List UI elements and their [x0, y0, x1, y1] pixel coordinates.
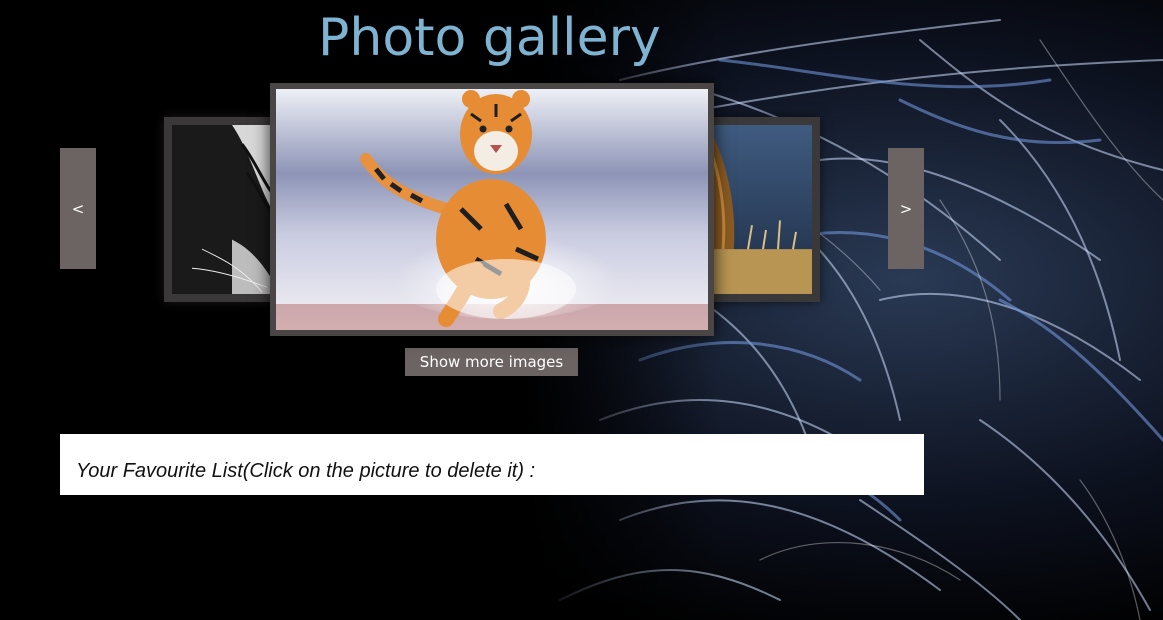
gallery-image-main[interactable] [270, 83, 714, 336]
favourite-list-panel: Your Favourite List(Click on the picture… [60, 434, 924, 495]
prev-button[interactable]: < [60, 148, 96, 269]
page-title: Photo gallery [318, 8, 661, 68]
tiger-running-image [276, 89, 708, 330]
favourite-list-label: Your Favourite List(Click on the picture… [76, 460, 536, 482]
lion-image [708, 125, 812, 294]
gallery-image-left[interactable] [164, 117, 280, 302]
next-button[interactable]: > [888, 148, 924, 269]
show-more-images-button[interactable]: Show more images [405, 348, 578, 376]
gallery-image-right[interactable] [708, 117, 820, 302]
white-tiger-image [172, 125, 280, 294]
